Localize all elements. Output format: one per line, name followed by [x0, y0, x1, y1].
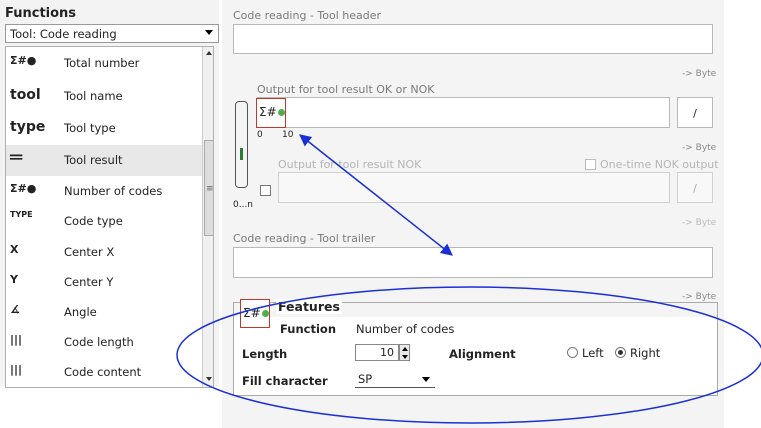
length-label: Length — [242, 347, 288, 361]
tool-header-label: Code reading - Tool header — [233, 9, 382, 22]
function-value: Number of codes — [356, 322, 455, 336]
function-item[interactable]: ||| Code content — [6, 357, 202, 387]
function-item[interactable]: tool Tool name — [6, 81, 202, 112]
byte-label-2: -> Byte — [682, 143, 717, 153]
align-left-label: Left — [582, 346, 604, 360]
tool-header-input[interactable] — [233, 24, 713, 54]
align-left-radio[interactable] — [567, 347, 578, 358]
functions-title: Functions — [5, 6, 77, 21]
center-y-icon: Y — [10, 273, 18, 286]
byte-label-3: -> Byte — [682, 218, 717, 228]
one-time-nok-checkbox[interactable] — [585, 159, 596, 170]
center-x-icon: X — [10, 243, 19, 256]
spin-up-icon[interactable] — [402, 347, 408, 351]
separator-input-2[interactable]: / — [677, 172, 713, 203]
function-item[interactable]: ∡ Angle — [6, 297, 202, 328]
fill-character-value: SP — [358, 372, 373, 386]
byte-label-1: -> Byte — [682, 69, 717, 79]
tool-select-value: Tool: Code reading — [10, 27, 117, 41]
function-item-label: Code type — [64, 214, 123, 228]
fill-character-select[interactable]: SP — [355, 371, 435, 388]
scroll-down-icon[interactable] — [206, 377, 212, 381]
function-item[interactable]: ||| Code length — [6, 327, 202, 358]
function-item[interactable]: type Tool type — [6, 113, 202, 144]
length-stepper[interactable]: 10 — [355, 344, 399, 361]
length-value: 10 — [380, 346, 394, 359]
tool-name-icon: tool — [10, 87, 41, 103]
function-item[interactable]: TYPE Code type — [6, 206, 202, 237]
range-0n: 0...n — [233, 200, 254, 210]
tool-type-icon: type — [10, 119, 46, 135]
one-time-nok-label: One-time NOK output — [600, 158, 719, 171]
function-item-label: Code content — [64, 365, 142, 379]
function-item-label: Total number — [64, 56, 140, 70]
align-right-radio[interactable] — [615, 347, 626, 358]
functions-list: Σ#● Total number tool Tool name type Tool typ… — [5, 46, 214, 388]
byte-label-4: -> Byte — [682, 292, 717, 302]
fill-character-label: Fill character — [242, 374, 328, 388]
code-content-icon: ||| — [10, 363, 23, 376]
code-type-icon: TYPE — [10, 210, 33, 219]
features-title: Features — [276, 299, 342, 314]
output-ok-input[interactable] — [257, 97, 670, 128]
grip-icon: ≡ — [206, 184, 214, 194]
range-start: 0 — [257, 130, 263, 140]
function-item[interactable]: X Center X — [6, 237, 202, 268]
output-nok-checkbox[interactable] — [260, 185, 271, 196]
stage: Functions Tool: Code reading Σ#● Total nu… — [0, 0, 761, 428]
code-length-icon: ||| — [10, 333, 23, 346]
output-nok-label: Output for tool result NOK — [278, 158, 422, 171]
features-number-of-codes-icon: Σ# — [240, 299, 270, 328]
angle-icon: ∡ — [10, 303, 20, 316]
function-item[interactable]: ═ Tool result — [6, 145, 202, 176]
total-number-icon: Σ#● — [10, 54, 37, 67]
functions-scrollbar[interactable]: ≡ — [202, 47, 214, 387]
output-ok-label: Output for tool result OK or NOK — [257, 83, 435, 96]
chevron-down-icon[interactable] — [205, 30, 213, 35]
number-of-codes-icon: Σ#● — [10, 182, 37, 195]
tool-trailer-input[interactable] — [233, 247, 713, 278]
function-item-label: Tool name — [64, 89, 123, 103]
alignment-label: Alignment — [449, 347, 516, 361]
tool-select[interactable]: Tool: Code reading — [5, 24, 219, 43]
function-item[interactable]: Σ#● Total number — [6, 48, 202, 79]
function-item-label: Angle — [64, 305, 97, 319]
tool-trailer-label: Code reading - Tool trailer — [233, 232, 376, 245]
number-of-codes-icon: Σ# — [256, 98, 286, 128]
function-item-label: Center X — [64, 245, 115, 259]
function-item[interactable]: Σ#● Number of codes — [6, 176, 202, 207]
align-right-label: Right — [630, 346, 661, 360]
chevron-down-icon[interactable] — [422, 377, 430, 382]
scroll-up-icon[interactable] — [206, 51, 212, 55]
tool-result-icon: ═ — [10, 145, 23, 169]
output-nok-input[interactable] — [278, 172, 670, 203]
spin-down-icon[interactable] — [402, 355, 408, 359]
separator-input-1[interactable]: / — [677, 97, 713, 128]
repeat-bracket — [235, 101, 248, 188]
range-end: 10 — [282, 130, 294, 140]
function-item-label: Center Y — [64, 275, 114, 289]
function-item-label: Tool result — [64, 153, 123, 167]
function-item-label: Tool type — [64, 121, 116, 135]
function-item[interactable]: Y Center Y — [6, 267, 202, 298]
length-spin-buttons[interactable] — [399, 344, 410, 361]
function-item-label: Code length — [64, 335, 134, 349]
function-item-label: Number of codes — [64, 184, 163, 198]
function-label: Function — [280, 322, 337, 336]
repeat-marker — [240, 148, 243, 160]
functions-panel: Functions Tool: Code reading Σ#● Total nu… — [0, 0, 219, 388]
